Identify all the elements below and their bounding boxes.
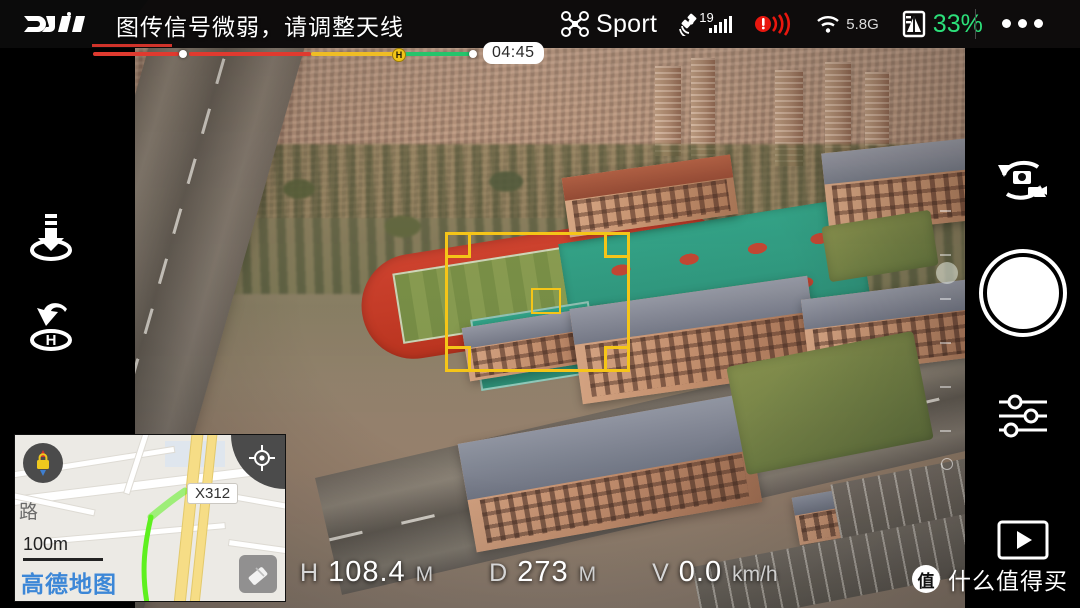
map-lock-icon — [37, 450, 49, 476]
bracket-corner-bottom-left — [445, 346, 471, 372]
focus-center-box — [531, 288, 561, 314]
map-street-text: 路 — [19, 502, 39, 523]
camera-settings-icon — [999, 394, 1047, 438]
bracket-corner-top-left — [445, 232, 471, 258]
telemetry-unit: km/h — [732, 563, 778, 586]
auto-land-button[interactable] — [20, 206, 82, 268]
more-options-button[interactable] — [1002, 19, 1043, 28]
more-dot — [1002, 19, 1011, 28]
rc-signal-indicator[interactable] — [754, 12, 794, 36]
mini-map[interactable]: X312 路 100m 高德地图 — [14, 434, 286, 602]
map-road-label: X312 — [187, 483, 239, 504]
flight-mode-indicator[interactable]: Sport — [560, 10, 657, 39]
slider-tick — [940, 430, 951, 432]
return-to-home-icon: H — [30, 303, 72, 351]
bracket-edge-right — [627, 256, 630, 348]
gimbal-slider-center-mark — [941, 458, 953, 470]
transmission-alert-message: 图传信号微弱，请调整天线 — [116, 14, 404, 40]
telemetry-bar: H 108.4 M D 273 M V 0.0 km/h — [300, 556, 834, 589]
wifi-band-label: 5.8G — [846, 15, 879, 33]
slider-tick — [940, 298, 951, 300]
camera-settings-button[interactable] — [995, 392, 1051, 440]
gimbal-slider-handle[interactable] — [936, 262, 958, 284]
slider-tick — [940, 254, 951, 256]
camera-video-toggle-button[interactable] — [990, 153, 1054, 209]
dji-go-flight-screen: H 图传信号微弱，请调整天线 Sport 19 5.8G 33% H 04:45… — [0, 0, 1080, 608]
camera-video-swap-icon — [998, 160, 1047, 200]
return-to-home-button[interactable]: H — [20, 296, 82, 358]
bracket-edge-bottom — [469, 369, 606, 372]
bracket-corner-bottom-right — [604, 346, 630, 372]
right-control-rail — [965, 48, 1080, 608]
telemetry-altitude: H 108.4 M — [300, 556, 433, 589]
bar-threshold-dot — [179, 50, 187, 58]
flight-path — [141, 487, 189, 601]
map-scale-label: 100m — [23, 534, 69, 554]
home-point-marker: H — [392, 48, 406, 62]
telemetry-value: 108.4 — [328, 556, 406, 588]
wifi-icon — [817, 16, 840, 33]
map-scale-line — [23, 558, 103, 561]
playback-button[interactable] — [997, 520, 1049, 560]
rth-home-letter: H — [46, 332, 57, 349]
satellite-count: 19 — [699, 10, 714, 25]
bar-segment-remaining — [405, 52, 471, 56]
more-dot — [1034, 19, 1043, 28]
telemetry-velocity: V 0.0 km/h — [652, 556, 778, 589]
bar-segment-critical — [93, 52, 179, 56]
auto-land-icon — [30, 214, 72, 261]
shutter-button[interactable] — [983, 253, 1063, 333]
clear-flight-path-button[interactable] — [239, 555, 277, 593]
dji-logo — [24, 12, 85, 32]
bar-segment-low — [189, 52, 311, 56]
bracket-edge-top — [469, 232, 606, 235]
rc-signal-warning-icon — [755, 12, 791, 36]
slider-tick — [940, 342, 951, 344]
telemetry-value: 0.0 — [678, 556, 723, 588]
slider-tick — [940, 386, 951, 388]
drone-icon — [561, 11, 589, 37]
telemetry-value: 273 — [517, 556, 569, 588]
wifi-indicator[interactable]: 5.8G — [816, 14, 879, 34]
activetrack-bracket[interactable] — [445, 232, 630, 372]
playback-icon — [997, 520, 1049, 560]
flight-time-label: 04:45 — [483, 42, 544, 64]
telemetry-key: V — [652, 559, 669, 587]
map-lock-button[interactable] — [23, 443, 63, 483]
battery-indicator[interactable]: 33% — [901, 10, 983, 39]
slider-tick — [940, 210, 951, 212]
smzdm-logo: 值 — [912, 565, 940, 593]
telemetry-unit: M — [578, 563, 597, 586]
map-recenter-icon — [249, 445, 275, 471]
flight-mode-label: Sport — [596, 9, 658, 38]
battery-flight-bar[interactable]: H 04:45 — [93, 42, 544, 64]
bracket-corner-top-right — [604, 232, 630, 258]
map-provider-watermark: 高德地图 — [21, 571, 117, 597]
top-status-bar: 图传信号微弱，请调整天线 Sport 19 5.8G 33% — [0, 0, 1080, 48]
status-indicators: Sport 19 5.8G 33% — [560, 0, 983, 48]
gimbal-pitch-slider[interactable] — [936, 210, 958, 510]
more-dot — [1018, 19, 1027, 28]
smzdm-watermark: 值 什么值得买 — [912, 562, 1068, 596]
clear-flight-path-icon — [248, 567, 268, 585]
telemetry-distance: D 273 M — [489, 556, 596, 589]
battery-icon — [902, 10, 925, 38]
telemetry-key: H — [300, 559, 319, 587]
bar-current-dot — [469, 50, 477, 58]
smzdm-text: 什么值得买 — [948, 568, 1068, 594]
gps-indicator[interactable]: 19 — [679, 10, 733, 36]
bar-segment-warning — [311, 52, 399, 56]
telemetry-unit: M — [415, 563, 434, 586]
header-red-accent — [92, 44, 172, 47]
header-divider — [975, 9, 976, 39]
telemetry-key: D — [489, 559, 508, 587]
bracket-edge-left — [445, 256, 448, 348]
